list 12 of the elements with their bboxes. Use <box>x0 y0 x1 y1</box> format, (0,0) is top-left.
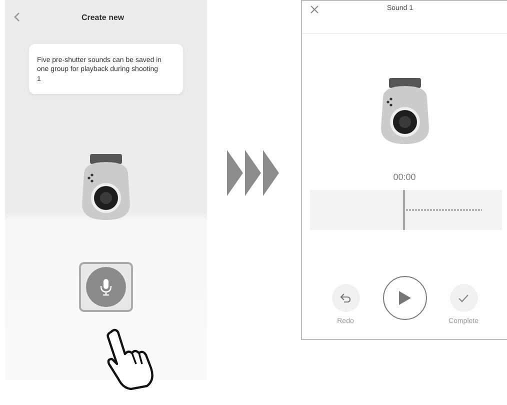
microphone-icon <box>100 278 112 296</box>
play-button[interactable] <box>382 276 426 320</box>
play-icon <box>398 290 412 306</box>
triple-chevron-icon <box>226 150 281 196</box>
screen-title: Create new <box>80 12 126 22</box>
undo-arrow-icon <box>340 293 351 303</box>
checkmark-icon <box>458 294 469 302</box>
close-icon[interactable] <box>310 5 319 14</box>
back-chevron-icon[interactable] <box>13 12 21 22</box>
record-button[interactable] <box>78 262 133 312</box>
elapsed-time: 00:00 <box>392 172 417 182</box>
redo-button[interactable] <box>332 284 360 312</box>
